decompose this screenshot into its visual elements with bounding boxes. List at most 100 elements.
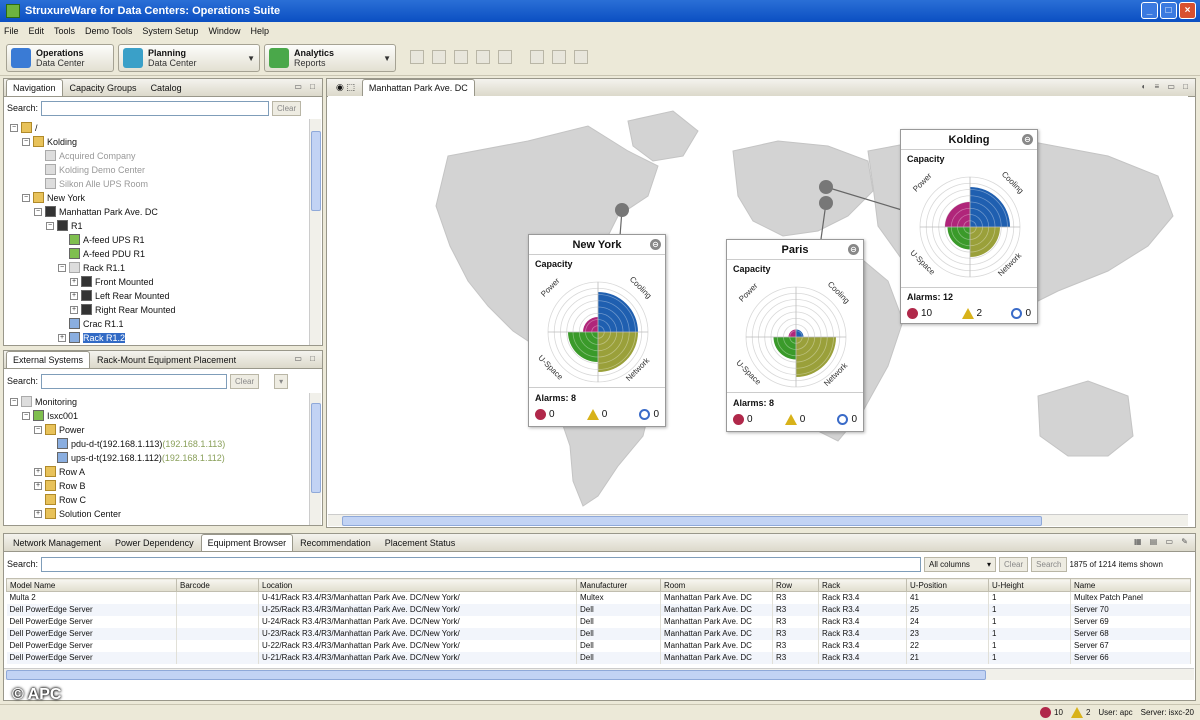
expand-icon[interactable]: + (58, 333, 66, 342)
column-header[interactable]: Manufacturer (576, 578, 661, 592)
map-view-icon[interactable]: ◉ ⬚ (329, 78, 362, 96)
external-scrollbar[interactable] (309, 393, 321, 525)
expand-icon[interactable]: + (70, 305, 78, 314)
collapse-icon[interactable]: − (10, 123, 18, 132)
tree-node[interactable]: + Left Rear Mounted (70, 289, 170, 302)
table-row[interactable]: Dell PowerEdge Server U-25/Rack R3.4/R3/M… (6, 603, 1191, 616)
tree-node[interactable]: − Rack R1.1 (58, 261, 125, 274)
minimize-button[interactable]: _ (1141, 2, 1158, 19)
menu-help[interactable]: Help (250, 26, 269, 36)
refresh-icon[interactable] (454, 50, 468, 64)
collapse-icon[interactable]: ⊖ (1022, 134, 1033, 145)
save-icon[interactable] (410, 50, 424, 64)
tree-node[interactable]: − / (10, 121, 38, 134)
tree-node[interactable]: + Rack R1.2 (58, 331, 126, 344)
site-popup-paris[interactable]: Paris ⊖ Capacity Power Cooling U-Space Ne… (726, 239, 864, 432)
delete-icon[interactable] (498, 50, 512, 64)
tree-node[interactable]: − New York (22, 191, 85, 204)
equipment-search-input[interactable] (41, 556, 922, 572)
collapse-icon[interactable]: − (22, 137, 30, 146)
expand-icon[interactable]: + (34, 509, 42, 518)
tree-node[interactable]: ups-d-t(192.168.1.112) (192.168.1.112) (46, 451, 225, 464)
collapse-icon[interactable]: − (22, 411, 30, 420)
expand-icon[interactable]: + (70, 277, 78, 286)
panel-controls[interactable]: ▭ □ (294, 82, 318, 91)
tree-node[interactable]: − Manhattan Park Ave. DC (34, 205, 158, 218)
view-controls[interactable]: ◐ ≡ ▭ □ (1141, 82, 1191, 91)
tree-node[interactable]: − Monitoring (10, 395, 77, 408)
tree-node[interactable]: + Solution Center (34, 507, 121, 520)
column-select[interactable]: All columns ▾ (924, 556, 997, 572)
collapse-icon[interactable]: ⊖ (650, 239, 661, 250)
perspective-analytics[interactable]: Analytics Reports ▼ (264, 44, 396, 72)
monitor-icon[interactable] (530, 50, 544, 64)
tab-recommendation[interactable]: Recommendation (293, 534, 378, 551)
column-header[interactable]: Name (1070, 578, 1191, 592)
external-search-input[interactable] (41, 373, 228, 389)
column-header[interactable]: Row (772, 578, 819, 592)
collapse-icon[interactable]: ⊖ (848, 244, 859, 255)
tree-node[interactable]: + Row A (34, 465, 85, 478)
table-horizontal-scrollbar[interactable] (4, 668, 1194, 680)
perspective-operations[interactable]: Operations Data Center (6, 44, 114, 72)
cut-icon[interactable] (476, 50, 490, 64)
table-row[interactable]: Dell PowerEdge Server U-21/Rack R3.4/R3/M… (6, 651, 1191, 664)
tree-node[interactable]: Acquired Company (34, 149, 136, 162)
menu-edit[interactable]: Edit (29, 26, 45, 36)
collapse-icon[interactable]: − (22, 193, 30, 202)
table-row[interactable]: Dell PowerEdge Server U-23/Rack R3.4/R3/M… (6, 627, 1191, 640)
tab-capacity-groups[interactable]: Capacity Groups (63, 79, 144, 96)
collapse-icon[interactable]: − (46, 221, 54, 230)
menu-file[interactable]: File (4, 26, 19, 36)
tree-node[interactable]: − Isxc001 (22, 409, 78, 422)
expand-icon[interactable]: + (34, 481, 42, 490)
tab-manhattan-park[interactable]: Manhattan Park Ave. DC (361, 79, 475, 96)
world-map[interactable]: New York ⊖ Capacity Power Cooling U-Space… (328, 96, 1188, 514)
report-icon[interactable] (574, 50, 588, 64)
external-clear-button[interactable]: Clear (230, 373, 260, 389)
tree-node[interactable]: Row C (34, 493, 86, 506)
bottom-panel-controls[interactable]: ▦ ▤ ▭ ✎ (1134, 537, 1191, 546)
tree-node[interactable]: Crac R1.1 (58, 317, 124, 330)
tree-node[interactable]: + Front Mounted (70, 275, 154, 288)
column-header[interactable]: U-Height (988, 578, 1071, 592)
maximize-button[interactable]: □ (1160, 2, 1177, 19)
site-popup-kolding[interactable]: Kolding ⊖ Capacity Power Cooling U-Space … (900, 129, 1038, 324)
menu-window[interactable]: Window (208, 26, 240, 36)
menu-system-setup[interactable]: System Setup (142, 26, 198, 36)
tree-node[interactable]: A-feed PDU R1 (58, 247, 145, 260)
print-icon[interactable] (552, 50, 566, 64)
column-header[interactable]: Location (258, 578, 577, 592)
tab-equipment-browser[interactable]: Equipment Browser (200, 534, 294, 551)
filter-dropdown-button[interactable]: ▾ (274, 373, 289, 389)
tab-power-dependency[interactable]: Power Dependency (108, 534, 201, 551)
collapse-icon[interactable]: − (34, 207, 42, 216)
navigation-clear-button[interactable]: Clear (272, 100, 302, 116)
perspective-planning[interactable]: Planning Data Center ▼ (118, 44, 260, 72)
expand-icon[interactable]: + (70, 291, 78, 300)
collapse-icon[interactable]: − (10, 397, 18, 406)
tree-node[interactable]: + Right Rear Mounted (70, 303, 176, 316)
tree-node[interactable]: pdu-d-t(192.168.1.113) (192.168.1.113) (46, 437, 225, 450)
equipment-search-button[interactable]: Search (1031, 556, 1067, 572)
tree-node[interactable]: Kolding Demo Center (34, 163, 145, 176)
tree-node[interactable]: A-feed UPS R1 (58, 233, 145, 246)
copy-icon[interactable] (432, 50, 446, 64)
column-header[interactable]: Rack (818, 578, 907, 592)
tree-node[interactable]: Silkon Alle UPS Room (34, 177, 148, 190)
tab-navigation[interactable]: Navigation (6, 79, 63, 96)
table-row[interactable]: Dell PowerEdge Server U-24/Rack R3.4/R3/M… (6, 615, 1191, 628)
tab-placement-status[interactable]: Placement Status (378, 534, 463, 551)
tab-external-systems[interactable]: External Systems (6, 351, 91, 368)
column-header[interactable]: U-Position (906, 578, 989, 592)
tree-node[interactable]: − R1 (46, 219, 83, 232)
site-popup-new-york[interactable]: New York ⊖ Capacity Power Cooling U-Space… (528, 234, 666, 427)
tab-catalog[interactable]: Catalog (144, 79, 189, 96)
tab-network-management[interactable]: Network Management (6, 534, 108, 551)
tab-rack-mount-placement[interactable]: Rack-Mount Equipment Placement (90, 351, 243, 368)
map-horizontal-scrollbar[interactable] (328, 514, 1188, 526)
navigation-search-input[interactable] (41, 100, 270, 116)
table-row[interactable]: Multa 2 U-41/Rack R3.4/R3/Manhattan Park … (6, 591, 1191, 604)
menu-demo-tools[interactable]: Demo Tools (85, 26, 132, 36)
navigation-scrollbar[interactable] (309, 119, 321, 345)
